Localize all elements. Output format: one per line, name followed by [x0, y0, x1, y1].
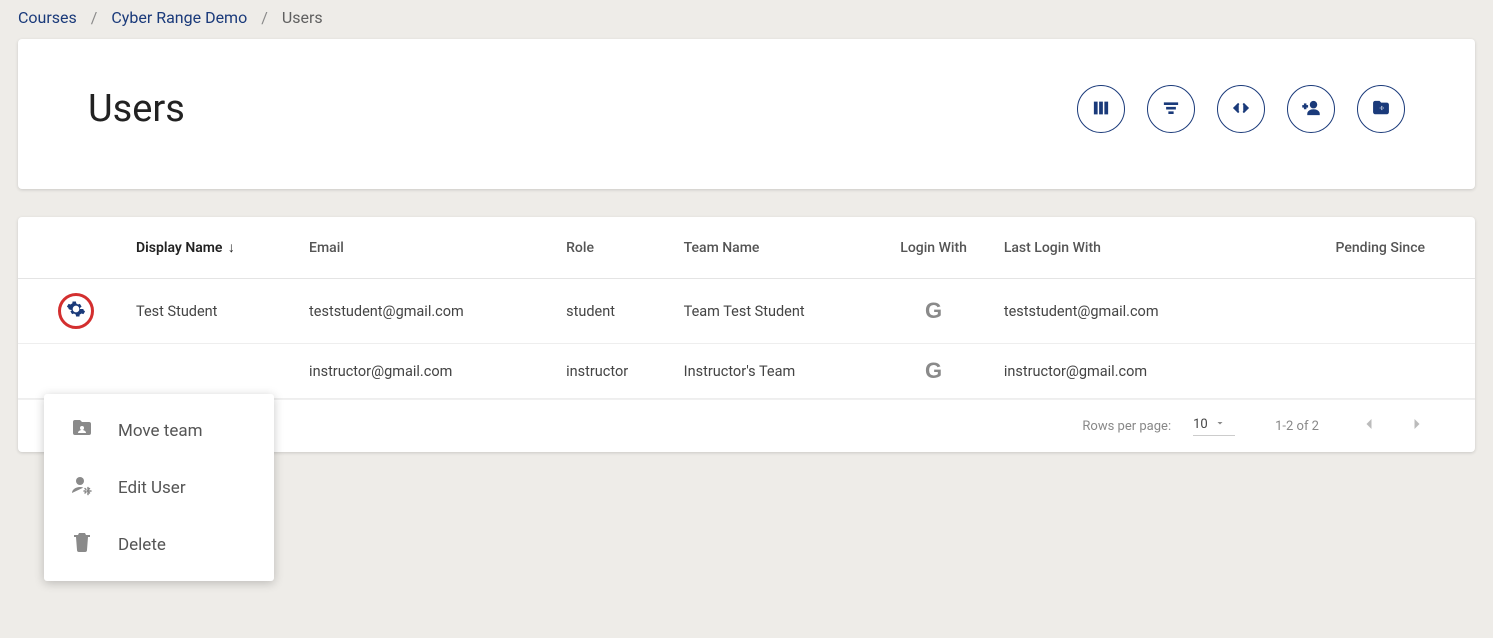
column-display-name[interactable]: Display Name ↓ — [128, 217, 301, 279]
column-label: Display Name — [136, 240, 222, 256]
rows-per-page-label: Rows per page: — [1082, 419, 1171, 434]
cell-last-login: teststudent@gmail.com — [996, 279, 1253, 344]
breadcrumb-separator: / — [261, 8, 268, 27]
add-user-button[interactable] — [1287, 85, 1335, 133]
cell-pending — [1253, 279, 1475, 344]
columns-button[interactable] — [1077, 85, 1125, 133]
cell-team: Team Test Student — [676, 279, 872, 344]
cell-email: teststudent@gmail.com — [301, 279, 558, 344]
menu-delete[interactable]: Delete — [44, 516, 274, 573]
person-add-icon — [1301, 98, 1321, 121]
column-last-login[interactable]: Last Login With — [996, 217, 1253, 279]
cell-role: student — [558, 279, 676, 344]
column-email[interactable]: Email — [301, 217, 558, 279]
page-header: Users — [18, 39, 1475, 189]
code-icon — [1232, 99, 1250, 120]
cell-role: instructor — [558, 344, 676, 399]
breadcrumb: Courses / Cyber Range Demo / Users — [0, 0, 1493, 39]
chevron-down-icon — [1214, 417, 1226, 433]
arrow-down-icon: ↓ — [228, 240, 235, 256]
menu-move-team[interactable]: Move team — [44, 402, 274, 459]
next-page-button[interactable] — [1407, 414, 1427, 438]
user-gear-icon — [70, 473, 94, 502]
table-row: instructor@gmail.com instructor Instruct… — [18, 344, 1475, 399]
add-folder-button[interactable] — [1357, 85, 1405, 133]
gear-icon — [66, 299, 86, 323]
cell-last-login: instructor@gmail.com — [996, 344, 1253, 399]
breadcrumb-current: Users — [282, 8, 323, 27]
breadcrumb-link-courses[interactable]: Courses — [18, 8, 77, 27]
pagination-range: 1-2 of 2 — [1275, 419, 1319, 434]
menu-label: Move team — [118, 421, 203, 441]
column-actions — [18, 217, 128, 279]
users-table: Display Name ↓ Email Role Team Name Logi… — [18, 217, 1475, 399]
column-login-with[interactable]: Login With — [871, 217, 995, 279]
folder-add-icon — [1371, 98, 1391, 121]
column-role[interactable]: Role — [558, 217, 676, 279]
row-context-menu: Move team Edit User Delete — [44, 394, 274, 581]
cell-display-name: Test Student — [128, 279, 301, 344]
cell-display-name — [128, 344, 301, 399]
folder-person-icon — [70, 416, 94, 445]
menu-label: Edit User — [118, 478, 186, 498]
column-team[interactable]: Team Name — [676, 217, 872, 279]
chevron-left-icon — [1359, 414, 1379, 438]
filter-icon — [1162, 99, 1180, 120]
menu-label: Delete — [118, 535, 166, 555]
row-actions-button[interactable] — [58, 293, 94, 329]
trash-icon — [70, 530, 94, 559]
cell-team: Instructor's Team — [676, 344, 872, 399]
columns-icon — [1092, 99, 1110, 120]
header-actions — [1077, 85, 1405, 133]
google-icon: G — [925, 358, 942, 383]
menu-edit-user[interactable]: Edit User — [44, 459, 274, 516]
rows-per-page-select[interactable]: 10 — [1193, 417, 1235, 436]
google-icon: G — [925, 298, 942, 323]
table-row: Test Student teststudent@gmail.com stude… — [18, 279, 1475, 344]
chevron-right-icon — [1407, 414, 1427, 438]
cell-pending — [1253, 344, 1475, 399]
filter-button[interactable] — [1147, 85, 1195, 133]
cell-email: instructor@gmail.com — [301, 344, 558, 399]
column-pending[interactable]: Pending Since — [1253, 217, 1475, 279]
rows-per-page-value: 10 — [1193, 417, 1208, 432]
code-button[interactable] — [1217, 85, 1265, 133]
page-title: Users — [88, 87, 185, 131]
breadcrumb-link-course[interactable]: Cyber Range Demo — [111, 8, 247, 27]
prev-page-button[interactable] — [1359, 414, 1379, 438]
breadcrumb-separator: / — [91, 8, 98, 27]
